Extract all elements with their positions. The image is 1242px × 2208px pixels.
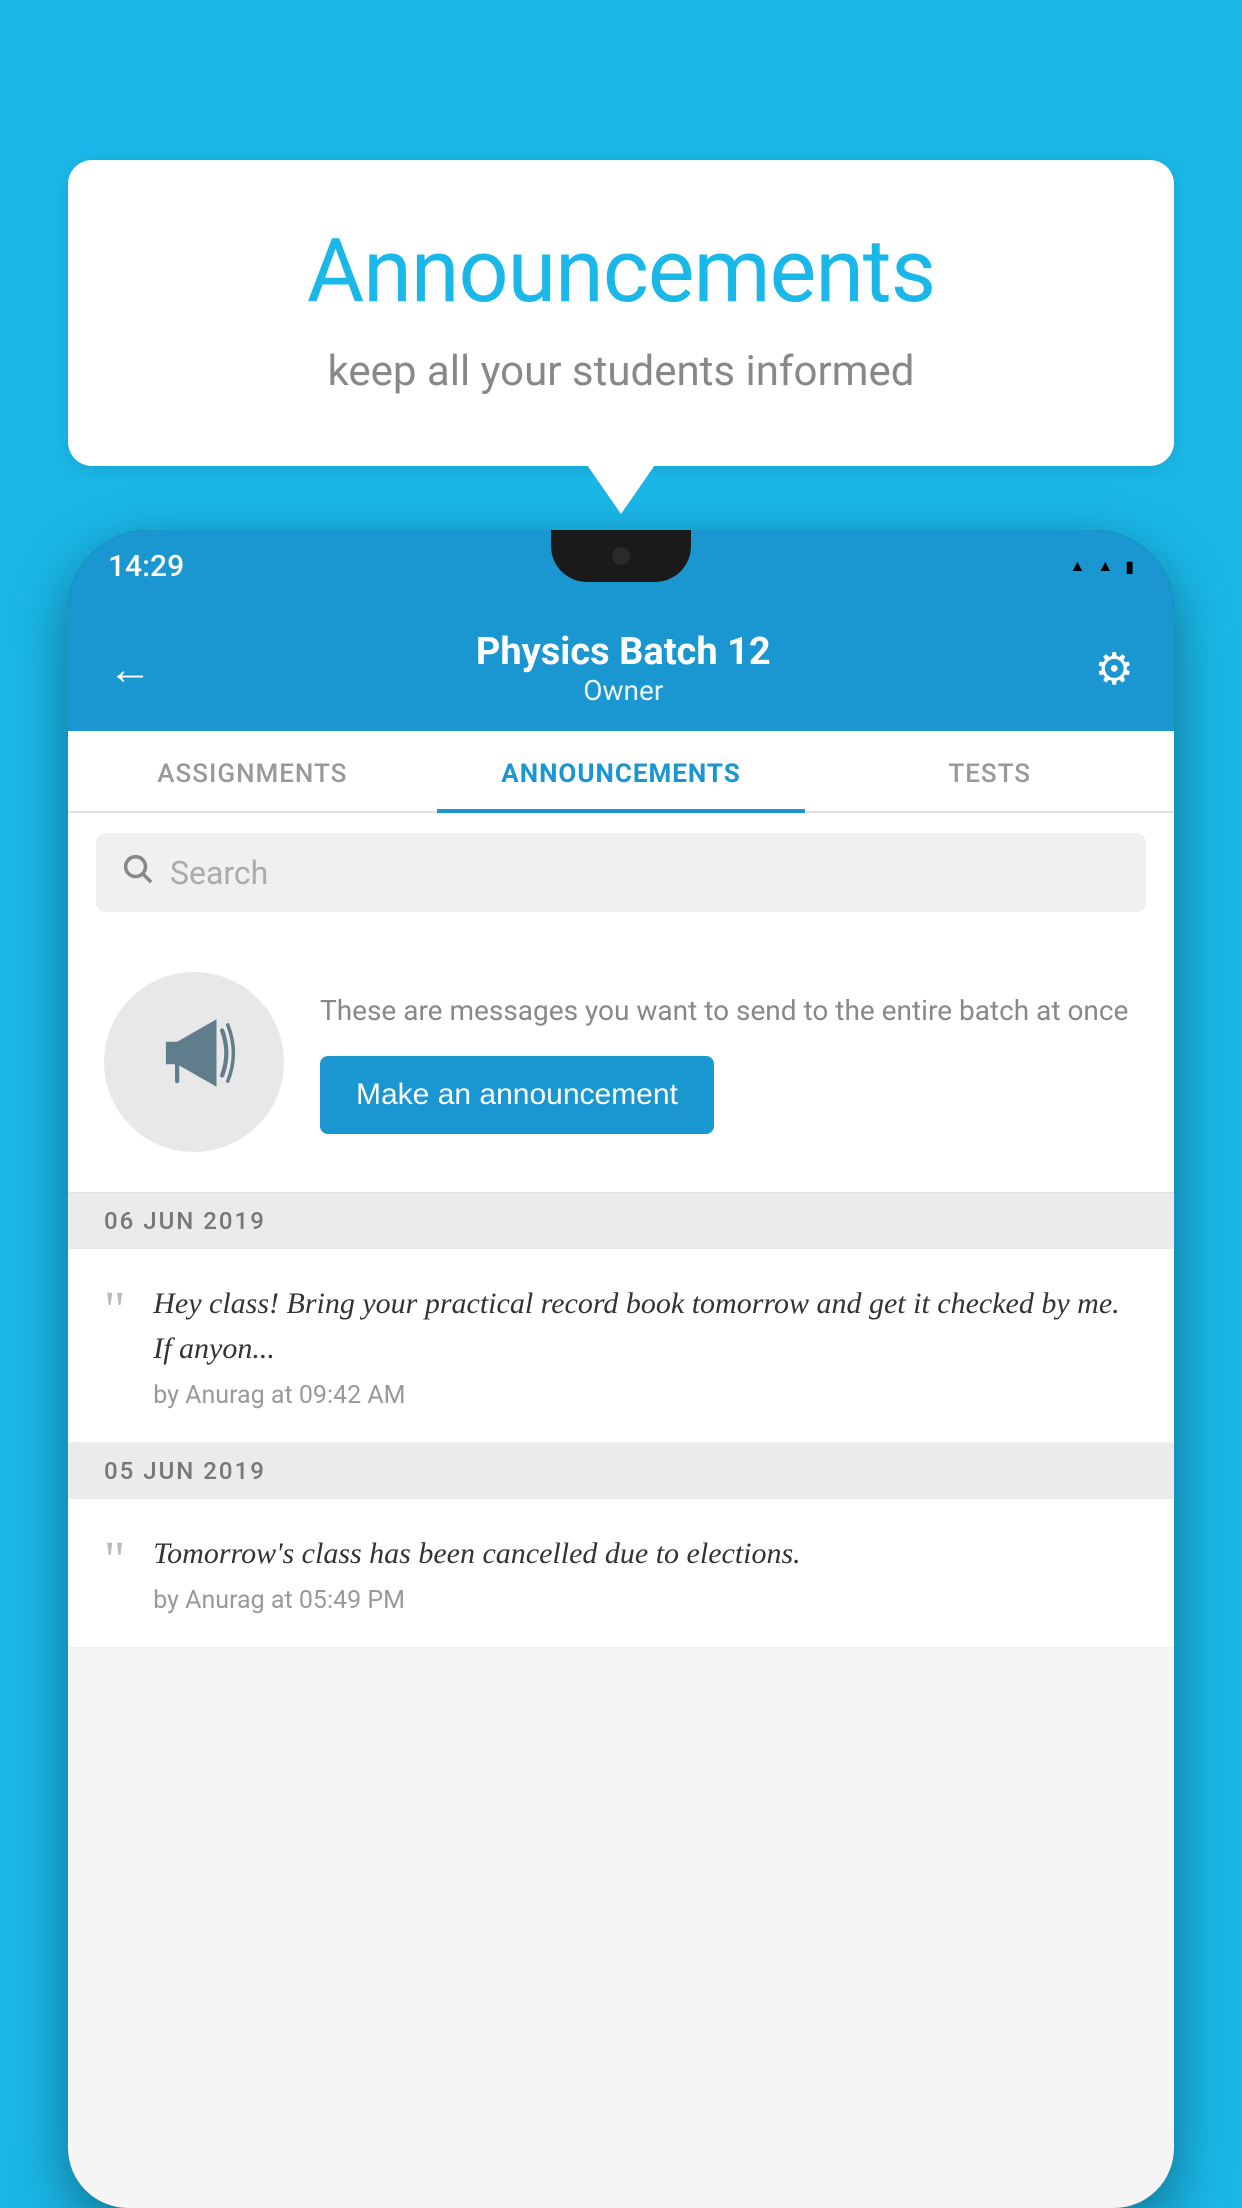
announcement-content-2: Tomorrow's class has been cancelled due …	[153, 1531, 1138, 1615]
notch	[551, 530, 691, 582]
announcement-meta-1: by Anurag at 09:42 AM	[153, 1381, 1138, 1410]
signal-icon: ▲	[1097, 556, 1113, 576]
announcement-content-1: Hey class! Bring your practical record b…	[153, 1281, 1138, 1410]
date-divider-2: 05 JUN 2019	[68, 1443, 1174, 1499]
speech-bubble: Announcements keep all your students inf…	[68, 160, 1174, 466]
announcement-item-1[interactable]: " Hey class! Bring your practical record…	[68, 1249, 1174, 1443]
app-header: ← Physics Batch 12 Owner ⚙	[68, 602, 1174, 731]
tabs-bar: ASSIGNMENTS ANNOUNCEMENTS TESTS	[68, 731, 1174, 813]
wifi-icon: ▲	[1070, 556, 1086, 576]
status-time: 14:29	[108, 549, 184, 584]
phone-frame: 14:29 ▲ ▲ ▮ ← Physics Batch 12 Owner ⚙ A…	[68, 530, 1174, 2208]
tab-tests[interactable]: TESTS	[805, 731, 1174, 811]
content-area: Search These are message	[68, 813, 1174, 2208]
search-bar: Search	[68, 813, 1174, 932]
speech-bubble-container: Announcements keep all your students inf…	[68, 160, 1174, 466]
search-placeholder: Search	[170, 854, 268, 892]
header-center: Physics Batch 12 Owner	[152, 630, 1095, 707]
search-input-wrapper[interactable]: Search	[96, 833, 1146, 912]
quote-icon-2: "	[104, 1535, 125, 1587]
speech-bubble-title: Announcements	[148, 220, 1094, 323]
tab-announcements[interactable]: ANNOUNCEMENTS	[437, 731, 806, 811]
quote-icon-1: "	[104, 1285, 125, 1337]
promo-icon-circle	[104, 972, 284, 1152]
announcement-text-2: Tomorrow's class has been cancelled due …	[153, 1531, 1138, 1576]
make-announcement-button[interactable]: Make an announcement	[320, 1056, 714, 1134]
status-bar: 14:29 ▲ ▲ ▮	[68, 530, 1174, 602]
battery-icon: ▮	[1125, 557, 1134, 576]
camera-dot	[612, 547, 630, 565]
megaphone-icon	[149, 1008, 239, 1116]
search-icon	[120, 851, 154, 894]
promo-description: These are messages you want to send to t…	[320, 990, 1138, 1032]
promo-right: These are messages you want to send to t…	[320, 990, 1138, 1134]
announcement-item-2[interactable]: " Tomorrow's class has been cancelled du…	[68, 1499, 1174, 1648]
header-subtitle: Owner	[152, 674, 1095, 707]
date-divider-1: 06 JUN 2019	[68, 1193, 1174, 1249]
header-title: Physics Batch 12	[152, 630, 1095, 674]
tab-assignments[interactable]: ASSIGNMENTS	[68, 731, 437, 811]
gear-icon[interactable]: ⚙	[1095, 643, 1134, 695]
announcement-meta-2: by Anurag at 05:49 PM	[153, 1586, 1138, 1615]
back-button[interactable]: ←	[108, 643, 152, 695]
status-icons: ▲ ▲ ▮	[1070, 556, 1135, 576]
announcement-text-1: Hey class! Bring your practical record b…	[153, 1281, 1138, 1371]
speech-bubble-subtitle: keep all your students informed	[148, 347, 1094, 396]
promo-section: These are messages you want to send to t…	[68, 932, 1174, 1193]
